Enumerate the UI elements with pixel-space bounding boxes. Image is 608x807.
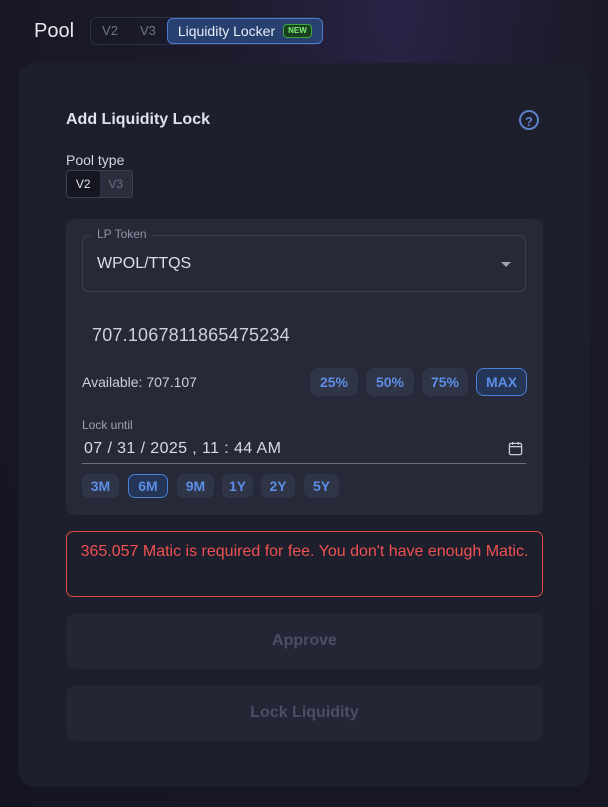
tab-v3[interactable]: V3	[129, 19, 167, 43]
page-title: Pool	[34, 19, 75, 42]
version-tabs: V2 V3 Liquidity Locker NEW	[90, 17, 323, 45]
top-nav: Pool V2 V3 Liquidity Locker NEW	[34, 17, 323, 45]
percent-25-button[interactable]: 25%	[310, 368, 358, 396]
lp-token-value: WPOL/TTQS	[97, 255, 192, 272]
new-badge: NEW	[283, 24, 312, 38]
card-heading: Add Liquidity Lock	[66, 111, 210, 128]
duration-6m-button[interactable]: 6M	[128, 474, 168, 498]
amount-input[interactable]: 707.1067811865475234	[92, 325, 290, 346]
available-balance: Available: 707.107	[82, 374, 197, 390]
pool-type-v2[interactable]: V2	[67, 171, 100, 197]
percent-50-button[interactable]: 50%	[366, 368, 414, 396]
duration-5y-button[interactable]: 5Y	[304, 474, 339, 498]
duration-1y-button[interactable]: 1Y	[222, 474, 253, 498]
help-icon[interactable]: ?	[519, 110, 539, 130]
tab-v2[interactable]: V2	[91, 19, 129, 43]
lock-liquidity-button[interactable]: Lock Liquidity	[66, 685, 543, 741]
duration-3m-button[interactable]: 3M	[82, 474, 119, 498]
percent-75-button[interactable]: 75%	[422, 368, 468, 396]
calendar-icon[interactable]	[508, 441, 523, 456]
max-button[interactable]: MAX	[476, 368, 527, 396]
fee-error-alert: 365.057 Matic is required for fee. You d…	[66, 531, 543, 597]
lock-until-value: 07 / 31 / 2025 , 11 : 44 AM	[84, 440, 282, 457]
lock-until-label: Lock until	[82, 418, 133, 432]
tab-liquidity-locker[interactable]: Liquidity Locker NEW	[166, 18, 323, 44]
duration-2y-button[interactable]: 2Y	[261, 474, 295, 498]
pool-type-label: Pool type	[66, 152, 125, 168]
lp-token-select[interactable]: LP Token WPOL/TTQS	[82, 227, 526, 292]
duration-9m-button[interactable]: 9M	[177, 474, 214, 498]
dropdown-arrow-icon	[501, 262, 511, 267]
lp-token-label: LP Token	[91, 227, 153, 241]
pool-type-toggle: V2 V3	[66, 170, 133, 198]
pool-type-v3[interactable]: V3	[100, 171, 133, 197]
lock-form-panel: LP Token WPOL/TTQS 707.1067811865475234 …	[66, 219, 543, 515]
add-liquidity-lock-card: Add Liquidity Lock ? Pool type V2 V3 LP …	[18, 63, 589, 787]
tab-liquidity-locker-label: Liquidity Locker	[177, 23, 276, 39]
lock-until-input[interactable]: 07 / 31 / 2025 , 11 : 44 AM	[82, 434, 526, 464]
approve-button[interactable]: Approve	[66, 613, 543, 669]
